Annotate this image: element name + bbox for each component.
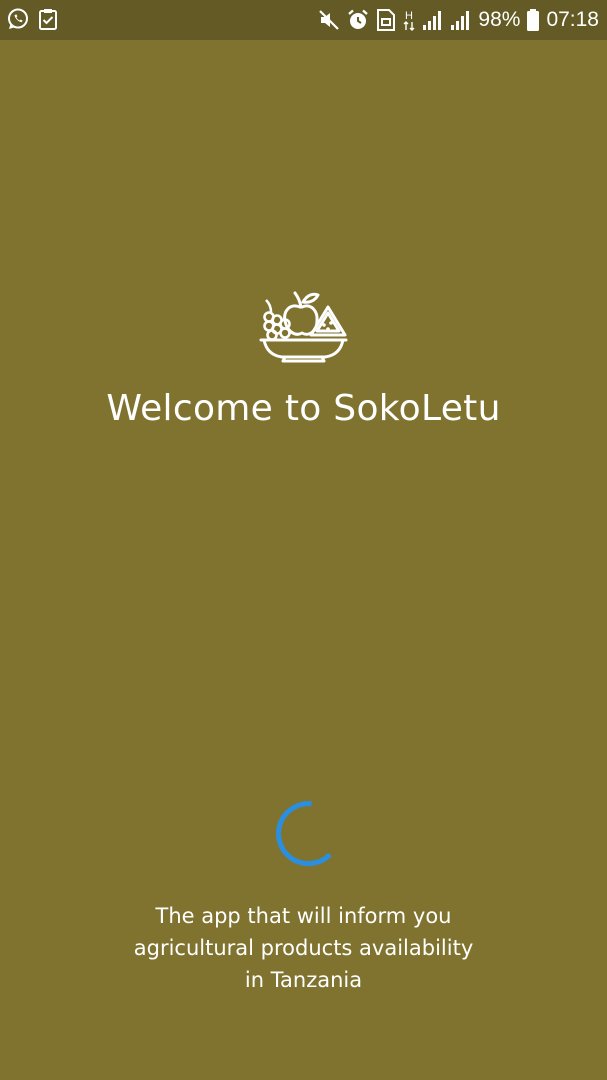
status-bar-notifications: [6, 7, 58, 31]
welcome-title: Welcome to SokoLetu: [106, 388, 501, 429]
loading-spinner: [262, 796, 342, 876]
whatsapp-icon: [6, 7, 30, 31]
splash-screen: H 98% 07:18 Welcome to SokoLetu The app …: [0, 0, 607, 1080]
signal-2-icon: [450, 9, 472, 31]
tagline-line: in Tanzania: [244, 968, 363, 992]
status-bar: H 98% 07:18: [0, 0, 607, 40]
tagline-line: The app that will inform you: [155, 904, 452, 928]
mute-icon: [318, 9, 340, 31]
data-h-icon: H: [402, 8, 416, 32]
alarm-icon: [346, 8, 370, 32]
tagline-line: agricultural products availability: [133, 936, 474, 960]
tagline: The app that will inform you agricultura…: [0, 900, 607, 996]
fruit-bowl-icon: [255, 285, 350, 365]
clock: 07:18: [546, 8, 599, 31]
svg-text:H: H: [405, 10, 413, 22]
signal-1-icon: [422, 9, 444, 31]
clipboard-check-icon: [38, 8, 58, 30]
battery-icon: [526, 8, 540, 32]
sim-icon: [376, 9, 396, 31]
status-bar-system: H 98% 07:18: [318, 6, 599, 34]
battery-percent: 98%: [478, 8, 521, 31]
